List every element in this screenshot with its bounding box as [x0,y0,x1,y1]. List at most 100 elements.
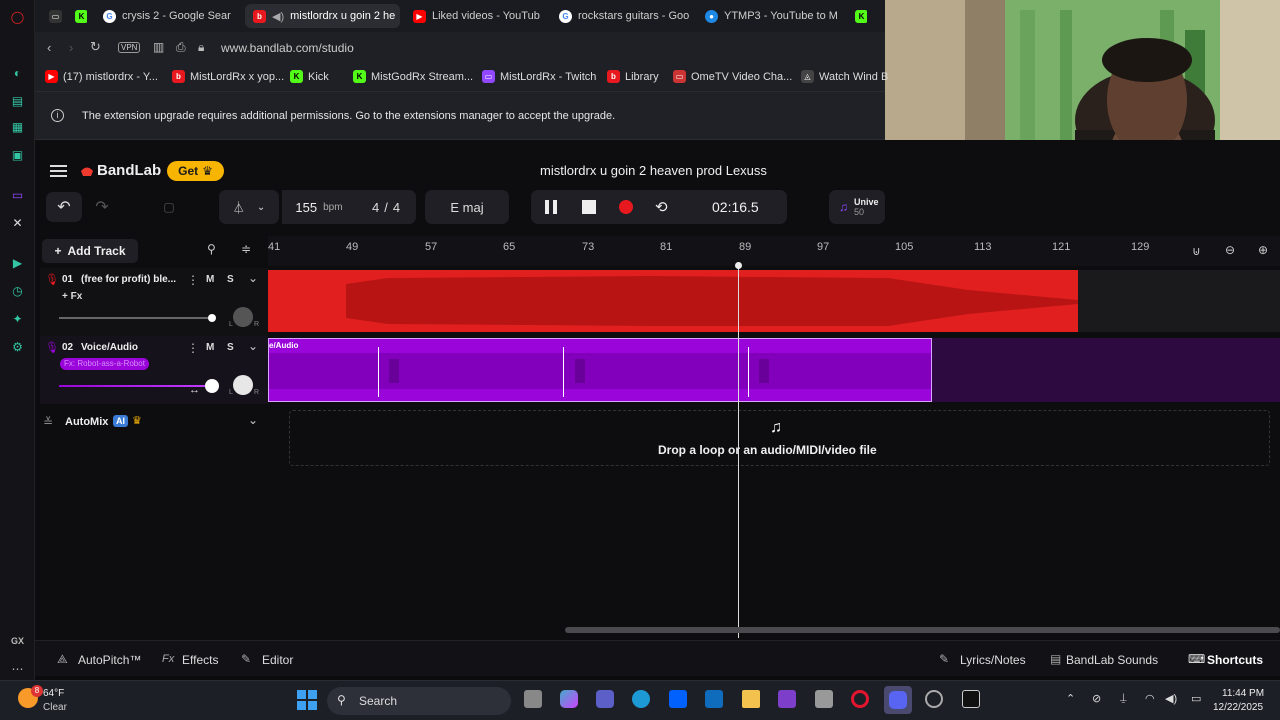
bookmark-item[interactable]: ▭ OmeTV Video Cha... [673,70,792,83]
edge-icon[interactable] [632,690,650,708]
url-field[interactable]: www.bandlab.com/studio [221,41,354,55]
mods-icon[interactable]: ▦ [9,118,26,135]
chevron-down-icon[interactable]: ⌄ [248,413,258,427]
tab-kick[interactable]: K [67,4,87,28]
track-header-2[interactable]: 🎙︎ 02 Voice/Audio ⋮ M S ⌄ Fx: Robot-ass-… [40,336,268,404]
zoom-out-icon[interactable]: ⊖ [1225,243,1235,257]
twitch-icon[interactable]: ▭ [9,186,26,203]
lyrics-notes-button[interactable]: Lyrics/Notes [960,653,1026,667]
camera-icon[interactable] [815,690,833,708]
tab-bandlab[interactable]: b ◀) mistlordrx u goin 2 he [245,4,400,28]
bookmark-item[interactable]: K MistGodRx Stream... [353,70,473,83]
chevron-down-icon[interactable]: ⌄ [248,271,258,285]
wifi-icon[interactable]: ◠ [1145,692,1155,705]
bookmark-item[interactable]: b Library [607,70,659,83]
fx-button[interactable]: + Fx [62,291,82,302]
volume-icon[interactable]: ◀) [1165,692,1177,705]
drop-zone[interactable]: ♫ Drop a loop or an audio/MIDI/video fil… [289,410,1270,466]
tray-chevron-icon[interactable]: ⌃ [1066,692,1075,705]
outlook-icon[interactable] [705,690,723,708]
playhead[interactable] [738,262,739,638]
clock-date[interactable]: 12/22/2025 [1213,702,1263,713]
undo-button[interactable]: ↶ [46,192,82,222]
get-button[interactable]: Get ♛ [167,161,224,181]
task-view-icon[interactable] [524,690,542,708]
chatgpt-icon[interactable] [925,690,943,708]
x-icon[interactable]: ✕ [9,214,26,231]
redo-button[interactable]: ↷ [84,192,120,222]
tuner-icon[interactable]: ⚲ [207,242,216,256]
mic-tray-icon[interactable]: ⍊ [1120,692,1127,705]
add-track-button[interactable]: + Add Track [42,239,138,263]
shortcuts-button[interactable]: Shortcuts [1207,653,1263,667]
taskbar-search[interactable]: ⚲ Search [327,687,511,715]
loop-button[interactable]: ⟲ [655,198,668,216]
more-icon[interactable]: ⋯ [9,660,26,677]
volume-slider[interactable] [59,317,209,319]
tab-ytmp3[interactable]: ● YTMP3 - YouTube to M [697,4,837,28]
reader-icon[interactable]: ▥ [153,40,164,54]
solo-button[interactable]: S [227,342,234,353]
autopitch-button[interactable]: AutoPitch™ [78,653,141,667]
track-header-1[interactable]: 🎙︎ 01 (free for profit) ble... ⋮ M S ⌄ +… [40,268,268,336]
network-off-icon[interactable]: ⊘ [1092,692,1101,705]
timeline-ruler[interactable]: 41 49 57 65 73 81 89 97 105 113 121 129 [268,236,1280,266]
key-field[interactable]: E maj [425,190,509,224]
windows-start-icon[interactable] [297,690,317,710]
kebab-icon[interactable]: ⋮ [187,341,199,355]
bandlab-sounds-button[interactable]: BandLab Sounds [1066,653,1158,667]
back-icon[interactable]: ‹ [47,40,51,55]
tab-whatsapp[interactable]: ▭ [41,4,65,28]
chevron-down-icon[interactable]: ⌄ [248,339,258,353]
clipchamp-icon[interactable] [778,690,796,708]
stop-button[interactable] [582,200,596,214]
bookmark-item[interactable]: ▶ (17) mistlordrx - Y... [45,70,158,83]
forward-icon[interactable]: › [69,40,73,55]
pan-knob[interactable] [233,307,253,327]
ai-icon[interactable]: ◐ [9,64,26,81]
volume-handle[interactable] [205,379,219,393]
fx-chip[interactable]: Fx: Robot-ass-a-Robot [60,358,149,370]
volume-handle[interactable] [208,314,216,322]
battery-icon[interactable]: ▭ [1191,692,1201,705]
horizontal-scrollbar[interactable] [565,627,1280,633]
tab-youtube[interactable]: ▶ Liked videos - YouTub [405,4,543,28]
menu-icon[interactable] [50,164,68,178]
playhead-handle[interactable] [735,262,742,269]
automix-row[interactable]: ≚ AutoMix AI ♛ ⌄ [40,404,268,440]
audio-region-1[interactable] [268,270,1078,332]
pause-button[interactable] [545,200,557,214]
mixer-icon[interactable]: ≑ [241,242,251,256]
bookmark-item[interactable]: b MistLordRx x yop... [172,70,284,83]
pan-knob[interactable] [233,375,253,395]
discord-task[interactable] [884,686,912,714]
settings-icon[interactable]: ⚙ [9,338,26,355]
history-icon[interactable]: ◷ [9,282,26,299]
sampler-button[interactable]: ▢ [153,192,185,222]
capcut-icon[interactable] [962,690,980,708]
tempo-field[interactable]: 155 bpm [282,190,356,224]
copilot-icon[interactable] [560,690,578,708]
solo-button[interactable]: S [227,274,234,285]
effects-button[interactable]: Effects [182,653,218,667]
opera-logo-icon[interactable]: ◯ [9,8,26,25]
zoom-in-icon[interactable]: ⊕ [1258,243,1268,257]
reload-icon[interactable]: ↻ [90,39,101,55]
tab-crysis[interactable]: Gcrysis 2 - Google Sear [95,4,243,28]
teams-icon[interactable] [596,690,614,708]
opera-gx-icon[interactable] [851,690,869,708]
bookmark-item[interactable]: K Kick [290,70,329,83]
file-explorer-icon[interactable] [742,690,760,708]
time-signature-field[interactable]: 4/4 [356,190,416,224]
promo-button[interactable]: ♫ Unive 50 [829,190,885,224]
bookmark-item[interactable]: ▭ MistLordRx - Twitch [482,70,596,83]
audio-region-2[interactable]: e/Audio [268,338,932,402]
project-title[interactable]: mistlordrx u goin 2 heaven prod Lexuss [540,163,767,178]
print-icon[interactable]: ⎙ [176,40,186,55]
tab-kick-2[interactable]: K [847,4,867,28]
kebab-icon[interactable]: ⋮ [187,273,199,287]
player-icon[interactable]: ▶ [9,254,26,271]
volume-slider[interactable] [59,385,209,387]
tab-rockstars[interactable]: Grockstars guitars - Goo [551,4,691,28]
record-button[interactable] [619,200,633,214]
